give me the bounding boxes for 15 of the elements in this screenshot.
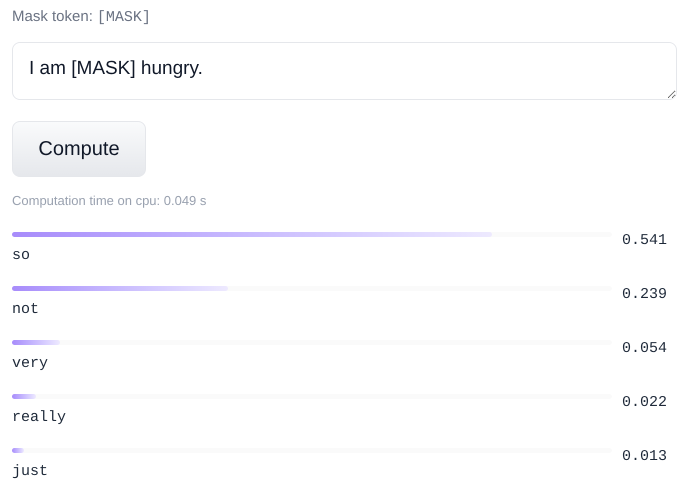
computation-time: Computation time on cpu: 0.049 s	[12, 192, 208, 210]
compute-button[interactable]: Compute	[12, 120, 146, 176]
score-value: 0.013	[622, 447, 667, 467]
token-label: not	[12, 300, 40, 320]
score-value: 0.239	[622, 285, 667, 305]
score-value: 0.022	[622, 393, 667, 413]
input-field[interactable]: I am [MASK] hungry.	[12, 42, 677, 100]
token-label: so	[12, 246, 30, 266]
mask-token-label: Mask token:	[12, 7, 93, 27]
token-label: just	[12, 462, 48, 482]
token-label: very	[12, 354, 48, 374]
mask-token-value: [MASK]	[96, 8, 151, 28]
score-value: 0.541	[622, 231, 667, 251]
token-label: really	[12, 408, 66, 428]
score-value: 0.054	[622, 339, 667, 359]
